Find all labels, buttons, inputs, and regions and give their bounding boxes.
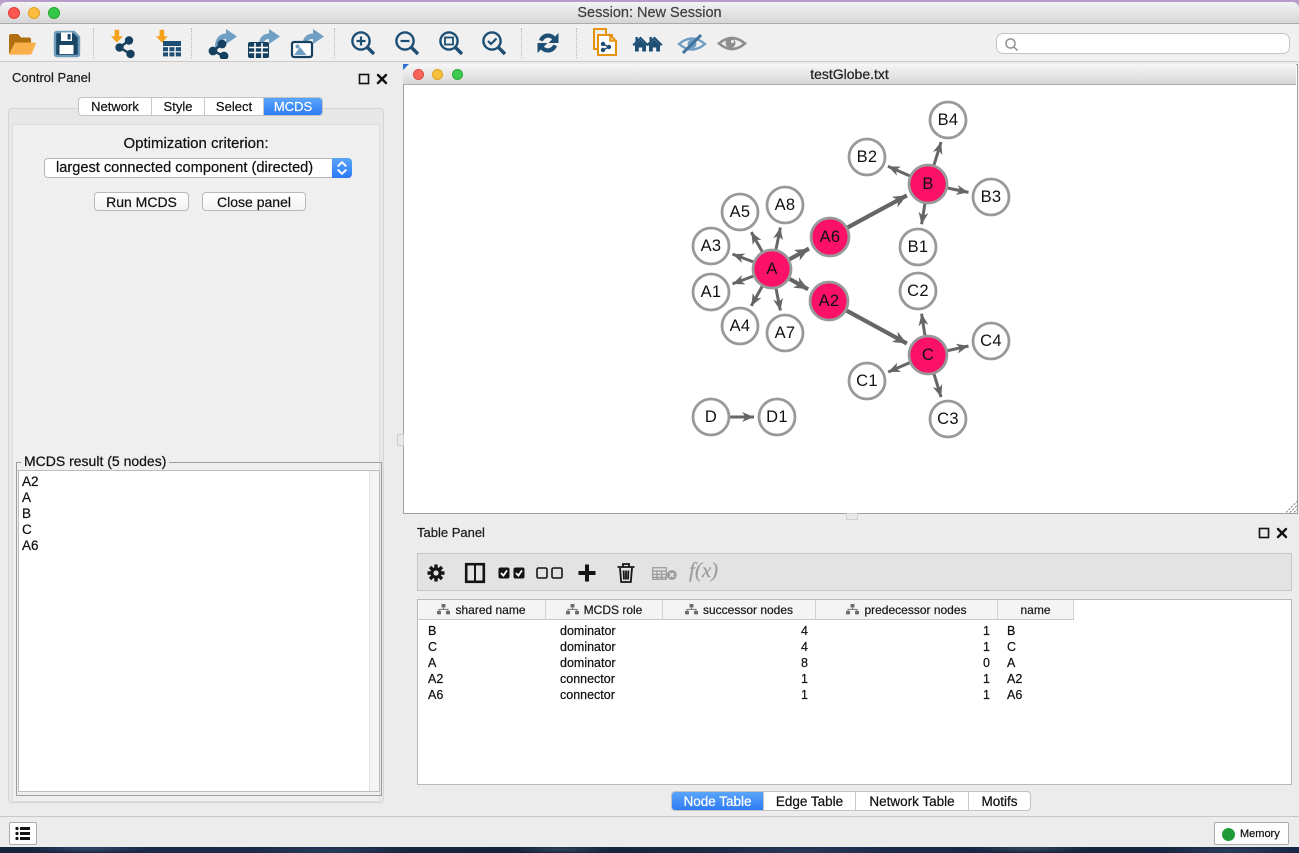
svg-text:A2: A2 [819, 292, 840, 310]
svg-text:B3: B3 [981, 188, 1002, 206]
svg-text:B1: B1 [908, 238, 929, 256]
svg-text:A1: A1 [701, 283, 722, 301]
svg-text:C3: C3 [937, 410, 959, 428]
svg-text:B4: B4 [938, 111, 959, 129]
svg-text:A8: A8 [775, 196, 796, 214]
svg-text:A: A [766, 260, 777, 278]
svg-text:C: C [922, 346, 934, 364]
svg-text:A4: A4 [730, 317, 751, 335]
svg-text:A6: A6 [820, 228, 841, 246]
svg-text:D1: D1 [766, 408, 788, 426]
svg-text:A5: A5 [730, 203, 751, 221]
svg-text:C2: C2 [907, 282, 929, 300]
svg-text:C4: C4 [980, 332, 1002, 350]
svg-text:C1: C1 [856, 372, 878, 390]
svg-text:B: B [922, 175, 933, 193]
svg-text:D: D [705, 408, 717, 426]
svg-text:B2: B2 [857, 148, 878, 166]
svg-text:A3: A3 [701, 237, 722, 255]
svg-text:A7: A7 [775, 324, 796, 342]
